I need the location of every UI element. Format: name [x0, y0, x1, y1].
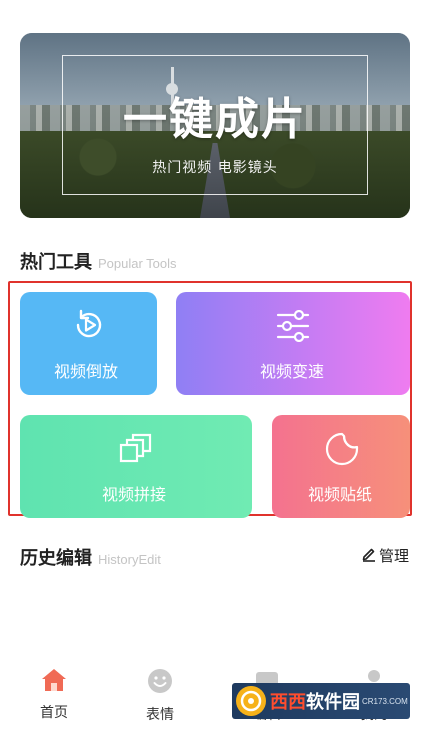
tool-card-sticker[interactable]: 视频贴纸	[272, 415, 410, 518]
tool-card-speed[interactable]: 视频变速	[176, 292, 410, 395]
sticker-icon	[324, 431, 360, 471]
manage-label: 管理	[378, 547, 409, 565]
nav-label-home: 首页	[40, 705, 68, 721]
splice-icon	[118, 433, 154, 469]
hot-tools-title: 热门工具	[20, 252, 92, 273]
home-icon	[41, 668, 67, 696]
watermark-text: 西西软件园	[270, 692, 360, 713]
tool-label-reverse: 视频倒放	[54, 362, 119, 381]
tool-label-sticker: 视频贴纸	[308, 485, 373, 504]
hero-title: 一键成片	[123, 94, 307, 145]
nav-item-home[interactable]: 首页	[19, 668, 89, 722]
history-subtitle: HistoryEdit	[98, 552, 161, 567]
watermark-sub: CR173.COM	[362, 696, 408, 706]
hero-banner[interactable]: 一键成片 热门视频 电影镜头	[20, 33, 410, 218]
reverse-play-icon	[72, 308, 106, 346]
tool-label-splice: 视频拼接	[102, 485, 167, 504]
hot-tools-subtitle: Popular Tools	[98, 256, 177, 271]
history-title: 历史编辑	[20, 548, 92, 569]
hot-tools-heading: 热门工具 Popular Tools	[20, 248, 177, 274]
tool-label-speed: 视频变速	[260, 362, 325, 381]
hero-subtitle: 热门视频 电影镜头	[152, 160, 278, 176]
history-heading: 历史编辑 HistoryEdit	[20, 544, 161, 570]
smile-icon	[147, 668, 173, 698]
watermark: 西西软件园 CR173.COM	[232, 683, 410, 719]
pencil-icon	[361, 546, 379, 566]
tool-card-reverse[interactable]: 视频倒放	[20, 292, 157, 395]
tool-card-splice[interactable]: 视频拼接	[20, 415, 252, 518]
nav-label-emoji: 表情	[146, 707, 174, 723]
speed-sliders-icon	[275, 309, 311, 346]
manage-button[interactable]: 管理	[361, 545, 409, 566]
watermark-logo-icon	[236, 686, 266, 716]
nav-item-emoji[interactable]: 表情	[125, 668, 195, 724]
